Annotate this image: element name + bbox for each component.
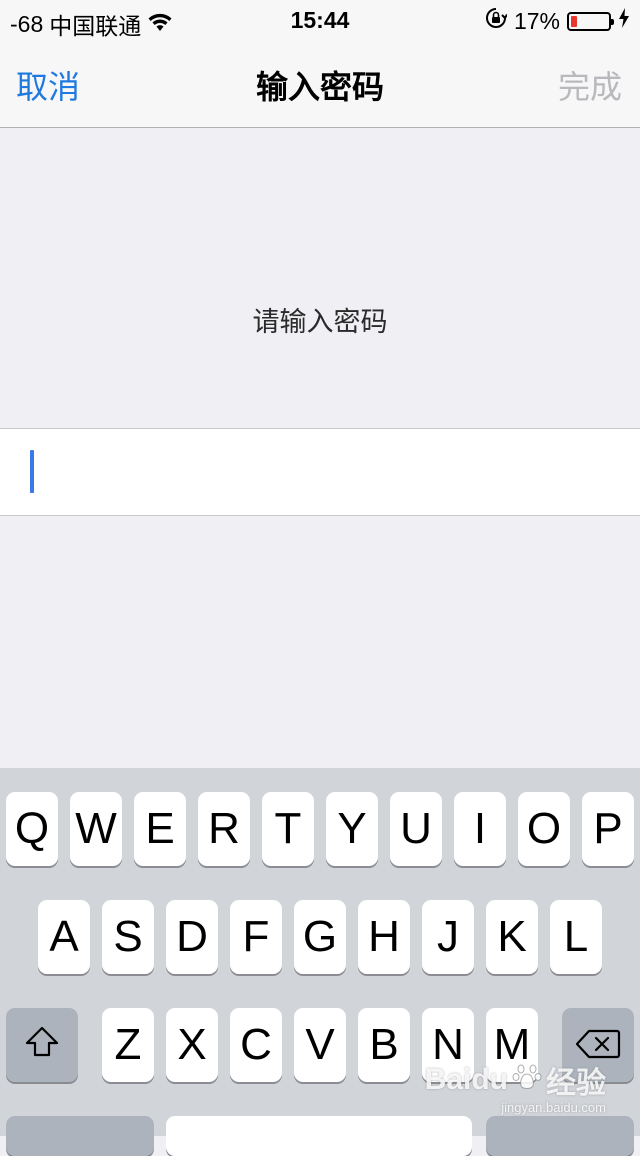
text-caret bbox=[30, 450, 34, 493]
key-f[interactable]: F bbox=[230, 900, 282, 974]
watermark-brand-cn: 经验 bbox=[546, 1067, 606, 1100]
page-title: 输入密码 bbox=[255, 68, 384, 106]
key-h[interactable]: H bbox=[358, 900, 410, 974]
shift-icon bbox=[24, 1020, 60, 1070]
key-j[interactable]: J bbox=[422, 900, 474, 974]
status-bar-right: 17% bbox=[485, 7, 630, 35]
return-key[interactable] bbox=[486, 1116, 634, 1156]
battery-nub bbox=[611, 18, 614, 25]
key-e[interactable]: E bbox=[134, 792, 186, 866]
key-s[interactable]: S bbox=[102, 900, 154, 974]
done-button[interactable]: 完成 bbox=[558, 62, 622, 108]
number-switch-key[interactable] bbox=[6, 1116, 154, 1156]
space-key[interactable] bbox=[166, 1116, 472, 1156]
key-q[interactable]: Q bbox=[6, 792, 58, 866]
watermark-url: jingyan.baidu.com bbox=[501, 1100, 606, 1115]
shift-key[interactable] bbox=[6, 1008, 78, 1082]
key-d[interactable]: D bbox=[166, 900, 218, 974]
key-y[interactable]: Y bbox=[326, 792, 378, 866]
battery-icon bbox=[567, 11, 614, 31]
key-c[interactable]: C bbox=[230, 1008, 282, 1082]
key-w[interactable]: W bbox=[70, 792, 122, 866]
key-v[interactable]: V bbox=[294, 1008, 346, 1082]
key-a[interactable]: A bbox=[38, 900, 90, 974]
rotation-lock-icon bbox=[485, 7, 508, 35]
status-bar: -68 中国联通 15:44 17% bbox=[0, 0, 640, 40]
key-o[interactable]: O bbox=[518, 792, 570, 866]
key-r[interactable]: R bbox=[198, 792, 250, 866]
key-x[interactable]: X bbox=[166, 1008, 218, 1082]
charging-icon bbox=[618, 7, 630, 35]
baidu-watermark: Baidu 经验 bbox=[425, 1058, 606, 1102]
key-t[interactable]: T bbox=[262, 792, 314, 866]
battery-percent: 17% bbox=[513, 7, 560, 34]
key-i[interactable]: I bbox=[454, 792, 506, 866]
key-g[interactable]: G bbox=[294, 900, 346, 974]
watermark-brand: Baidu bbox=[424, 1063, 508, 1096]
battery-level bbox=[571, 15, 577, 27]
paw-icon bbox=[512, 1061, 542, 1099]
key-u[interactable]: U bbox=[390, 792, 442, 866]
key-b[interactable]: B bbox=[358, 1008, 410, 1082]
key-p[interactable]: P bbox=[582, 792, 634, 866]
password-field-container[interactable] bbox=[0, 428, 640, 516]
navigation-bar: 取消 输入密码 完成 bbox=[0, 40, 640, 128]
key-k[interactable]: K bbox=[486, 900, 538, 974]
password-input[interactable] bbox=[30, 447, 614, 499]
password-prompt: 请输入密码 bbox=[252, 307, 388, 338]
key-l[interactable]: L bbox=[550, 900, 602, 974]
key-z[interactable]: Z bbox=[102, 1008, 154, 1082]
